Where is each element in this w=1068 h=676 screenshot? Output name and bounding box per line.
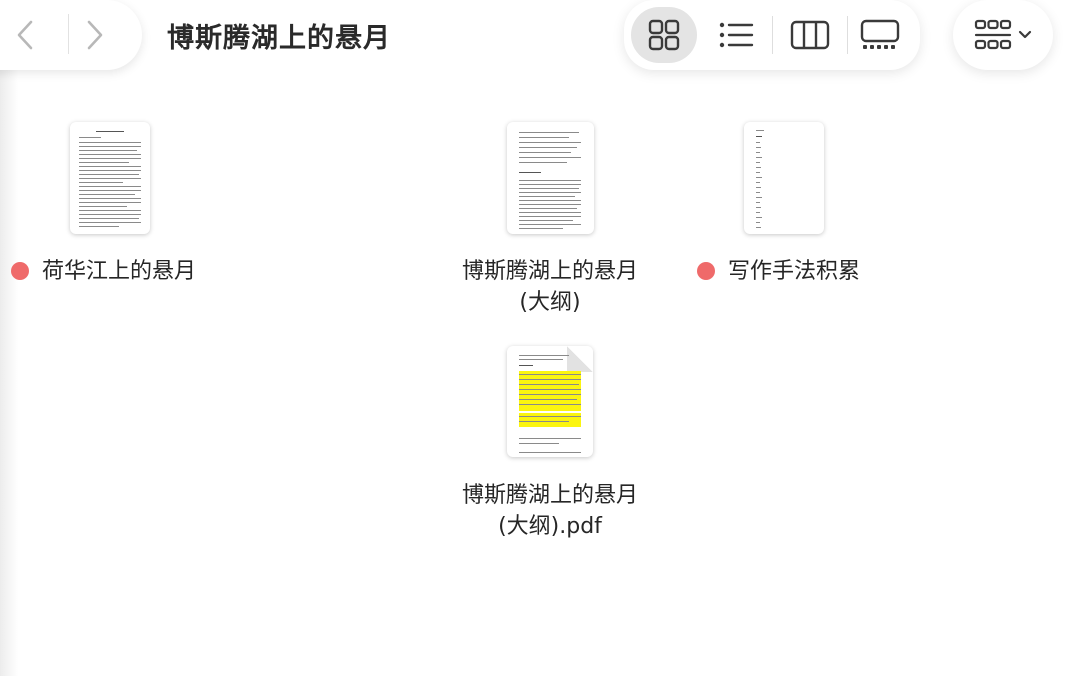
file-name: 博斯腾湖上的悬月 (大纲) (440, 256, 660, 318)
pdf-thumbnail (507, 346, 593, 457)
document-thumbnail (70, 122, 150, 234)
list-icon (719, 22, 754, 48)
view-gallery-button[interactable] (847, 7, 913, 63)
red-tag-icon (697, 262, 715, 280)
document-thumbnail (744, 122, 824, 234)
view-divider (772, 16, 773, 54)
chevron-right-icon (87, 20, 103, 50)
file-name-line: (大纲) (519, 290, 581, 315)
view-columns-button[interactable] (777, 7, 843, 63)
file-name: 博斯腾湖上的悬月 (大纲).pdf (440, 480, 660, 542)
forward-button[interactable] (70, 10, 120, 60)
file-name-line: 博斯腾湖上的悬月 (461, 259, 638, 284)
columns-icon (790, 20, 830, 50)
window-edge-shadow (0, 0, 18, 676)
gallery-icon (860, 19, 900, 49)
page-fold-icon (567, 346, 593, 372)
document-thumbnail (507, 122, 594, 234)
file-name-line: 博斯腾湖上的悬月 (461, 483, 638, 508)
group-by-button[interactable] (953, 0, 1053, 70)
red-tag-icon (11, 262, 29, 280)
file-name: 荷华江上的悬月 (42, 259, 197, 284)
chevron-down-icon (1018, 30, 1032, 39)
view-list-button[interactable] (703, 7, 769, 63)
back-button[interactable] (0, 10, 50, 60)
group-by-icon (974, 19, 1012, 50)
chevron-left-icon (17, 20, 33, 50)
window-title: 博斯腾湖上的悬月 (167, 23, 391, 54)
navigation-group (0, 0, 142, 70)
file-name: 写作手法积累 (728, 259, 861, 284)
nav-divider (68, 14, 69, 54)
view-icons-button[interactable] (631, 7, 697, 63)
file-name-line: (大纲).pdf (498, 514, 602, 539)
grid-icon (648, 19, 680, 51)
view-switcher (624, 0, 920, 70)
